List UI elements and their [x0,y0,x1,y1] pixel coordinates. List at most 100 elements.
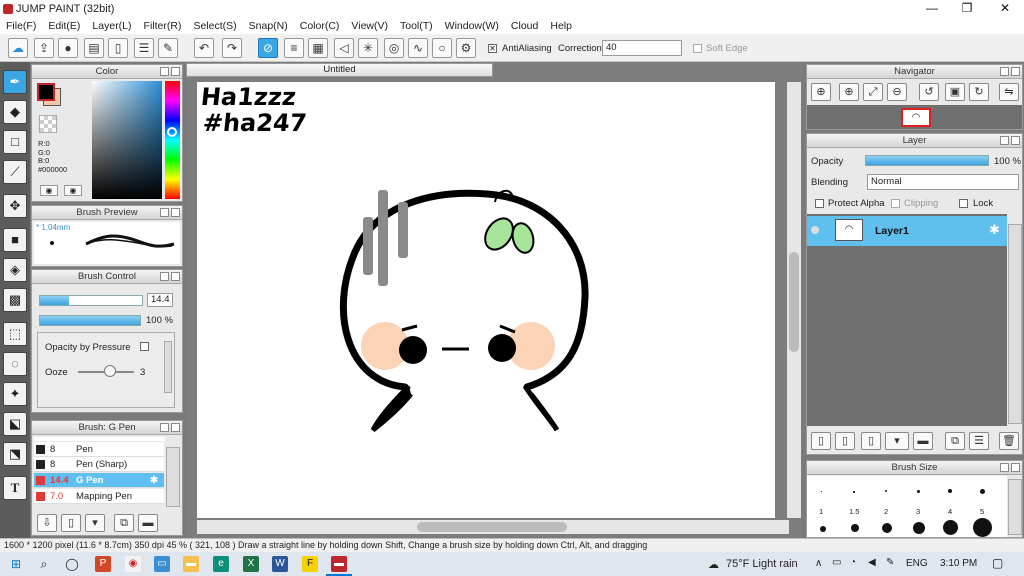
layer-add-menu-icon[interactable]: ▾ [885,432,909,450]
navigator-thumbnail[interactable]: ◠ [901,108,931,127]
windows-start-icon[interactable]: ⊞ [8,556,24,572]
close-icon[interactable] [171,208,180,217]
brush-menu-icon[interactable]: ▾ [85,514,105,532]
menu-select[interactable]: Select(S) [187,18,242,34]
horizontal-scroll-thumb[interactable] [417,522,567,532]
jump-paint-taskbar-icon[interactable]: ▬ [331,556,347,572]
shape-tool-icon[interactable]: □ [3,130,27,154]
transparent-color-icon[interactable] [39,115,57,133]
rotate-right-icon[interactable]: ↻ [969,83,989,101]
float-icon[interactable] [160,423,169,432]
lasso-tool-icon[interactable]: ◌ [3,352,27,376]
rotate-left-icon[interactable]: ↺ [919,83,939,101]
new-8bit-layer-icon[interactable]: ▯ [861,432,881,450]
layer-row[interactable]: ◠ Layer1 ✱ [807,216,1007,246]
menu-view[interactable]: View(V) [345,18,394,34]
language-indicator[interactable]: ENG [906,558,928,569]
size-dot[interactable] [973,518,992,537]
drawing-canvas[interactable]: Ha1zzz #ha247 [197,82,775,518]
layer-list-scrollbar[interactable] [1008,224,1022,424]
correction-select[interactable]: 40 [602,40,682,56]
float-icon[interactable] [160,272,169,281]
eye-icon[interactable] [811,226,819,234]
clock[interactable]: 3:10 PM [940,558,977,569]
options-scrollbar[interactable] [164,341,172,393]
menu-help[interactable]: Help [544,18,578,34]
redo-icon[interactable]: ↷ [222,38,242,58]
brush-item[interactable]: 8 Pen [34,442,164,457]
select-pen-tool-icon[interactable]: ⬕ [3,412,27,436]
restore-button[interactable]: ❐ [950,0,984,18]
file-explorer-icon[interactable]: ▬ [183,556,199,572]
menu-snap[interactable]: Snap(N) [243,18,294,34]
float-icon[interactable] [160,208,169,217]
size-dot[interactable] [851,524,859,532]
menu-file[interactable]: File(F) [0,18,42,34]
close-icon[interactable] [171,272,180,281]
menu-layer[interactable]: Layer(L) [86,18,137,34]
comment-icon[interactable]: ● [58,38,78,58]
select-rect-tool-icon[interactable]: ⬚ [3,322,27,346]
brush-item[interactable]: 7.0 Mapping Pen [34,489,164,504]
notification-icon[interactable]: ▢ [992,556,1003,570]
merge-layer-icon[interactable]: ☰ [969,432,989,450]
flip-icon[interactable]: ⇋ [999,83,1019,101]
brush-item[interactable]: 8 Pen (Sharp) [34,457,164,472]
layer-folder-icon[interactable]: ▬ [913,432,933,450]
brush-folder-icon[interactable]: ▬ [138,514,158,532]
size-dot[interactable] [882,523,892,533]
menu-edit[interactable]: Edit(E) [42,18,86,34]
task-view-icon[interactable]: ◯ [64,556,80,572]
close-icon[interactable] [1011,67,1020,76]
horizontal-scrollbar[interactable] [197,520,789,534]
layer-settings-icon[interactable]: ✱ [989,222,1000,238]
list-icon[interactable]: ☰ [134,38,154,58]
ellipse-snap-icon[interactable]: ○ [432,38,452,58]
layer-opacity-slider[interactable] [865,155,989,166]
settings-snap-icon[interactable]: ⚙ [456,38,476,58]
eraser-tool-icon[interactable]: ◆ [3,100,27,124]
copy-layer-icon[interactable]: ⧉ [945,432,965,450]
hue-slider[interactable] [165,81,180,199]
message-icon[interactable]: ▤ [84,38,104,58]
menu-tool[interactable]: Tool(T) [394,18,439,34]
new-halftone-layer-icon[interactable]: ▯ [835,432,855,450]
minimize-button[interactable]: — [915,0,949,18]
volume-icon[interactable]: ◀ [868,557,876,568]
document-icon[interactable]: ▯ [108,38,128,58]
menu-filter[interactable]: Filter(R) [138,18,188,34]
ooze-handle[interactable] [104,365,116,377]
zoom-fit-icon[interactable]: ⊕ [811,83,831,101]
brush-item-selected[interactable]: 14.4 G Pen ✱ [34,473,164,488]
copy-brush-icon[interactable]: ⧉ [114,514,134,532]
line-tool-icon[interactable]: ⟋ [3,160,27,184]
menu-color[interactable]: Color(C) [294,18,346,34]
app-icon-yellow[interactable]: F [302,556,318,572]
close-button[interactable]: ✕ [988,0,1022,18]
gradient-tool-icon[interactable]: ▩ [3,288,27,312]
clipping-checkbox[interactable] [891,199,900,208]
antialiasing-checkbox[interactable]: ✕ [488,44,497,53]
size-dot[interactable] [948,489,952,493]
delete-layer-icon[interactable]: 🗑 [999,432,1019,450]
select-eraser-tool-icon[interactable]: ⬔ [3,442,27,466]
pen-tool-icon[interactable]: ✒ [3,70,27,94]
menu-cloud[interactable]: Cloud [505,18,544,34]
float-icon[interactable] [1000,463,1009,472]
foreground-color-swatch[interactable] [37,83,55,101]
network-icon[interactable]: ◔ [850,557,856,568]
soft-edge-checkbox[interactable] [693,44,702,53]
text-tool-icon[interactable]: T [3,476,27,500]
hue-handle[interactable] [167,127,177,137]
saturation-value-picker[interactable] [92,81,162,199]
edge-icon[interactable]: e [213,556,229,572]
size-dot[interactable] [821,491,822,492]
parallel-snap-icon[interactable]: ≡ [284,38,304,58]
excel-icon[interactable]: X [243,556,259,572]
palette-icon[interactable]: ◉ [64,185,82,196]
move-tool-icon[interactable]: ✥ [3,194,27,218]
document-tab[interactable]: Untitled [186,63,493,77]
float-icon[interactable] [1000,136,1009,145]
circle-snap-icon[interactable]: ◎ [384,38,404,58]
brush-size-input[interactable]: 14.4 [147,293,173,307]
